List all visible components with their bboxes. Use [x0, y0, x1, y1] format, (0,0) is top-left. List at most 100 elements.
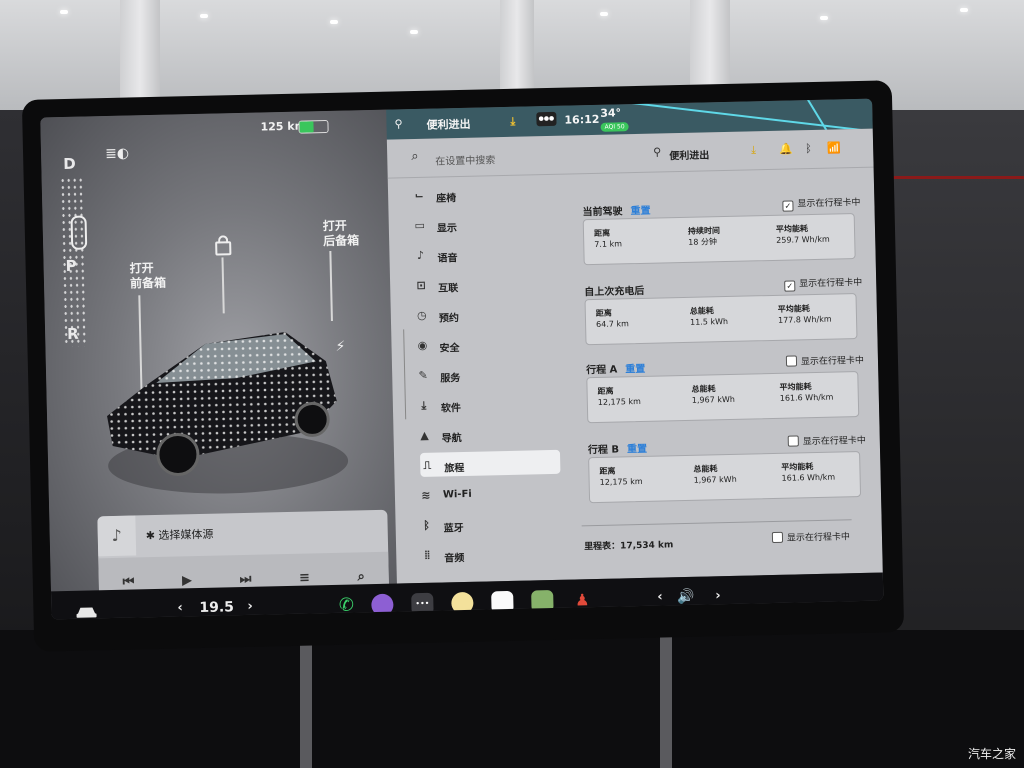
calendar-app-icon[interactable] [491, 590, 514, 614]
stat-value: 161.6 Wh/km [781, 472, 836, 483]
notification-bell-icon[interactable]: 🔔 [779, 142, 793, 155]
media-search-button[interactable]: ⌕ [357, 569, 365, 584]
sentry-badge[interactable]: ●●● [536, 111, 557, 127]
checkbox[interactable]: ✓ [782, 200, 794, 212]
checkbox[interactable] [771, 531, 784, 544]
show-in-card-checkbox[interactable]: ✓ 显示在行程卡中 [784, 275, 862, 292]
temp-up-arrow[interactable]: › [247, 599, 253, 614]
checkbox[interactable]: ✓ [784, 280, 796, 292]
toybox-icon[interactable]: ♟ [571, 589, 593, 611]
previous-track-button[interactable]: ⏮ [122, 574, 134, 589]
more-apps-icon[interactable]: ••• [411, 592, 434, 616]
trip-stat: 距离 12,175 km [597, 385, 641, 408]
settings-nav: ⌙ 座椅 ▭ 显示 ♪ 语音 ⊡ 互联 ◷ 预约 ◉ 安全 ✎ 服务 ⤓ 软件 ▲ 导航 ⎍ 旅程 ≋ Wi-Fi ᛒ 蓝牙 ⦙… [388, 176, 577, 584]
bluetooth-icon[interactable]: ᛒ [805, 142, 812, 155]
nav-item-3[interactable]: ♪ 语音 [413, 240, 554, 267]
trunk-label[interactable]: 打开 后备箱 [323, 218, 360, 249]
trunk-action: 打开 [322, 218, 347, 234]
nav-item-8[interactable]: ⤓ 软件 [417, 390, 558, 417]
ambient-light-strip [884, 176, 1024, 179]
equalizer-button[interactable]: ≡ [299, 570, 310, 585]
play-button[interactable]: ▶ [182, 573, 192, 588]
music-app-icon[interactable] [371, 593, 394, 617]
nav-item-6[interactable]: ◉ 安全 [415, 330, 556, 357]
reset-link[interactable]: 重置 [625, 364, 645, 375]
trip-title-text: 自上次充电后 [584, 285, 645, 299]
nav-item-label: Wi-Fi [442, 488, 472, 501]
weather-temperature: 34° [600, 106, 622, 120]
car-controls-icon[interactable] [75, 602, 97, 618]
active-indicator [580, 615, 585, 620]
search-icon: ⌕ [411, 148, 419, 165]
gear-p[interactable]: P [65, 257, 76, 275]
headlight-icon[interactable]: ≣◐ [105, 146, 129, 163]
trip-stat: 平均能耗 161.6 Wh/km [781, 461, 835, 484]
trip-stats-card: 距离 64.7 km 总能耗 11.5 kWh 平均能耗 177.8 Wh/km [584, 293, 858, 346]
audio-icon: ⦙⦙ [424, 548, 430, 562]
odometer-show-in-card[interactable]: 显示在行程卡中 [771, 529, 850, 544]
map-road [627, 101, 866, 132]
nav-item-1[interactable]: ⌙ 座椅 [412, 180, 553, 207]
volume-down-arrow[interactable]: ‹ [657, 590, 663, 605]
navigation-app-icon[interactable] [531, 590, 554, 613]
settings-search-input[interactable]: 在设置中搜索 [435, 151, 495, 167]
nav-item-9[interactable]: ▲ 导航 [417, 420, 558, 447]
trip-stats-card: 距离 12,175 km 总能耗 1,967 kWh 平均能耗 161.6 Wh/km [588, 451, 862, 504]
nav-item-10[interactable]: ⎍ 旅程 [419, 449, 561, 477]
car-3d-model [107, 332, 349, 494]
download-icon[interactable]: ⤓ [751, 143, 756, 157]
nav-item-label: 预约 [438, 313, 460, 325]
stat-label: 总能耗 [691, 384, 716, 394]
nav-item-4[interactable]: ⊡ 互联 [414, 270, 555, 297]
show-in-card-checkbox[interactable]: 显示在行程卡中 [787, 433, 866, 448]
show-in-card-checkbox[interactable]: 显示在行程卡中 [785, 353, 864, 368]
stat-value: 12,175 km [597, 396, 641, 407]
seat-icon: ⌙ [414, 188, 424, 203]
show-in-card-checkbox[interactable]: ✓ 显示在行程卡中 [782, 195, 861, 212]
stat-value: 1,967 kWh [691, 394, 735, 405]
trip-stat: 总能耗 11.5 kWh [690, 305, 728, 328]
checkbox[interactable] [787, 435, 799, 447]
nav-item-label: 互联 [438, 283, 459, 295]
cabin-temperature[interactable]: 19.5 [199, 599, 234, 616]
nav-item-2[interactable]: ▭ 显示 [413, 210, 554, 237]
stat-label: 平均能耗 [775, 224, 809, 234]
camera-app-icon[interactable] [451, 591, 474, 615]
nav-item-12[interactable]: ᛒ 蓝牙 [419, 510, 560, 537]
stat-label: 距离 [593, 228, 611, 238]
nav-item-11[interactable]: ≋ Wi-Fi [419, 480, 560, 507]
gear-d[interactable]: D [63, 155, 76, 173]
ceiling-lamp [820, 16, 828, 20]
nav-item-label: 显示 [436, 223, 458, 235]
phone-icon[interactable]: ✆ [335, 594, 357, 616]
nav-item-5[interactable]: ◷ 预约 [415, 300, 556, 327]
frunk-action: 打开 [129, 260, 154, 276]
signal-icon: 📶 [827, 141, 841, 155]
stat-value: 12,175 km [599, 476, 643, 487]
reset-link[interactable]: 重置 [627, 444, 647, 455]
unlock-icon[interactable] [215, 241, 232, 256]
settings-profile-name[interactable]: 便利进出 [669, 146, 709, 162]
gear-r[interactable]: R [67, 325, 79, 343]
checkbox[interactable] [785, 355, 798, 367]
active-indicator [540, 616, 545, 620]
trunk-name: 后备箱 [322, 233, 360, 249]
media-source-select[interactable]: ✱ 选择媒体源 [146, 526, 214, 544]
frunk-label[interactable]: 打开 前备箱 [130, 261, 167, 292]
battery-icon [298, 119, 329, 134]
status-profile-name[interactable]: 便利进出 [426, 116, 470, 133]
music-note-icon: ♪ [97, 515, 137, 557]
trips-icon: ⎍ [423, 458, 432, 472]
volume-icon[interactable]: 🔊 [677, 589, 695, 605]
driver-profile-icon[interactable]: ⚲ [394, 117, 402, 130]
nav-item-label: 软件 [440, 403, 462, 415]
temp-down-arrow[interactable]: ‹ [177, 600, 183, 615]
nav-item-7[interactable]: ✎ 服务 [416, 360, 557, 387]
nav-item-13[interactable]: ⦙⦙ 音频 [420, 540, 561, 567]
stat-label: 持续时间 [687, 226, 721, 236]
trip-stat: 距离 7.1 km [594, 227, 622, 250]
reset-link[interactable]: 重置 [630, 206, 650, 217]
next-track-button[interactable]: ⏭ [239, 571, 251, 586]
volume-up-arrow[interactable]: › [715, 588, 721, 603]
trip-stat: 总能耗 1,967 kWh [693, 463, 737, 486]
